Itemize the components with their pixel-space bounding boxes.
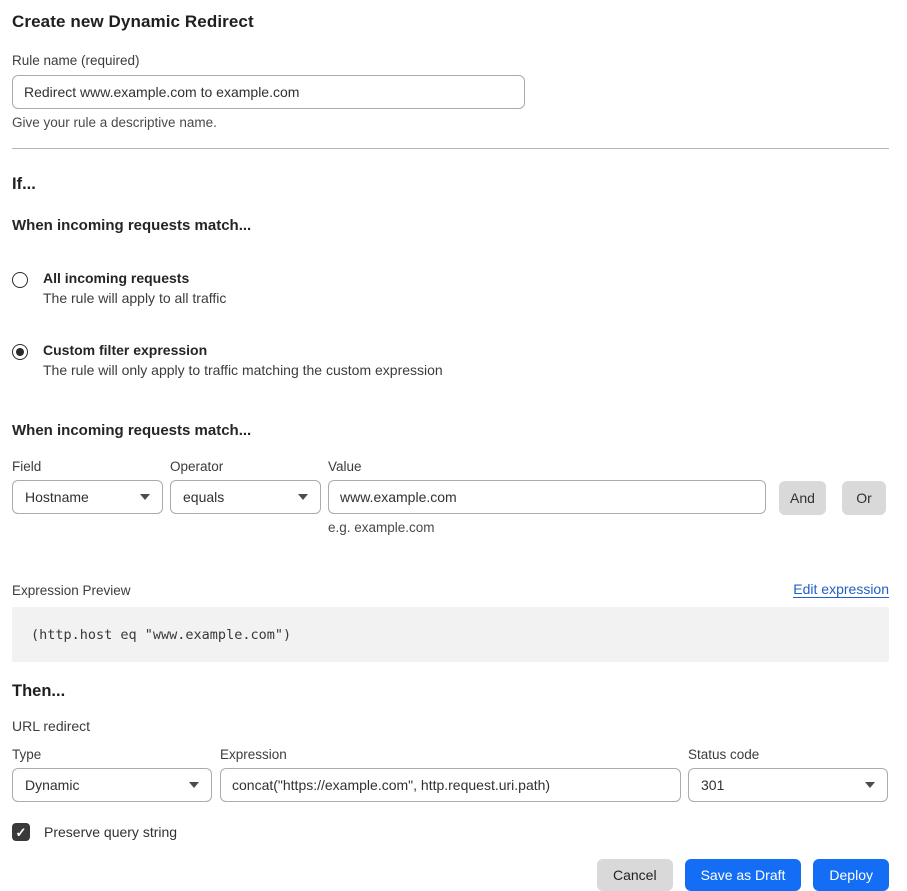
rule-name-section: Rule name (required) Give your rule a de… [12,53,888,130]
radio-option-all-incoming-requests[interactable]: All incoming requests The rule will appl… [12,270,888,306]
expression-code: (http.host eq "www.example.com") [31,627,291,643]
value-input[interactable] [328,480,766,514]
page-title: Create new Dynamic Redirect [12,12,888,32]
operator-select[interactable]: equals [170,480,321,514]
status-code-label: Status code [688,747,888,762]
deploy-button[interactable]: Deploy [813,859,889,891]
or-button[interactable]: Or [842,481,886,515]
if-section-heading: If... [12,175,888,194]
expression-preview-header: Expression Preview Edit expression [12,581,889,598]
expression-label: Expression [220,747,681,762]
field-group: Field Hostname [12,459,163,514]
radio-option-texts: Custom filter expression The rule will o… [43,342,443,378]
value-label: Value [328,459,766,474]
section-divider [12,148,889,149]
field-select[interactable]: Hostname [12,480,163,514]
footer-actions: Cancel Save as Draft Deploy [12,859,889,891]
chevron-down-icon [865,782,875,788]
incoming-requests-match-heading: When incoming requests match... [12,217,888,234]
value-group: Value e.g. example.com [328,459,766,535]
field-label: Field [12,459,163,474]
status-code-select[interactable]: 301 [688,768,888,802]
radio-option-label: All incoming requests [43,270,226,286]
chevron-down-icon [140,494,150,500]
radio-option-texts: All incoming requests The rule will appl… [43,270,226,306]
filter-builder-row: Field Hostname Operator equals Value e.g… [12,459,888,535]
url-redirect-label: URL redirect [12,718,888,734]
radio-selected-icon[interactable] [12,344,28,360]
redirect-expression-input[interactable] [220,768,681,802]
redirect-config-row: Type Dynamic Expression Status code 301 [12,747,888,802]
then-section-heading: Then... [12,682,888,701]
check-icon: ✓ [16,826,27,839]
cancel-button[interactable]: Cancel [597,859,673,891]
create-dynamic-redirect-form: Create new Dynamic Redirect Rule name (r… [0,0,907,891]
expression-preview-label: Expression Preview [12,583,131,598]
chevron-down-icon [189,782,199,788]
chevron-down-icon [298,494,308,500]
rule-name-label: Rule name (required) [12,53,888,68]
radio-option-label: Custom filter expression [43,342,443,358]
rule-name-input[interactable] [12,75,525,109]
type-select-value: Dynamic [25,777,79,793]
type-label: Type [12,747,212,762]
value-helper: e.g. example.com [328,520,766,535]
type-select[interactable]: Dynamic [12,768,212,802]
type-group: Type Dynamic [12,747,212,802]
save-as-draft-button[interactable]: Save as Draft [685,859,802,891]
field-select-value: Hostname [25,489,89,505]
edit-expression-link[interactable]: Edit expression [793,581,889,598]
radio-option-description: The rule will apply to all traffic [43,290,226,306]
filter-builder-heading: When incoming requests match... [12,422,888,439]
checkbox-checked-icon[interactable]: ✓ [12,823,30,841]
radio-option-description: The rule will only apply to traffic matc… [43,362,443,378]
preserve-query-string-option[interactable]: ✓ Preserve query string [12,823,888,841]
rule-name-helper: Give your rule a descriptive name. [12,115,888,130]
preserve-query-string-label: Preserve query string [44,824,177,840]
operator-group: Operator equals [170,459,321,514]
expression-group: Expression [220,747,681,802]
operator-label: Operator [170,459,321,474]
status-code-select-value: 301 [701,777,724,793]
expression-preview-box: (http.host eq "www.example.com") [12,607,889,662]
operator-select-value: equals [183,489,224,505]
radio-option-custom-filter-expression[interactable]: Custom filter expression The rule will o… [12,342,888,378]
status-code-group: Status code 301 [688,747,888,802]
and-button[interactable]: And [779,481,826,515]
radio-unselected-icon[interactable] [12,272,28,288]
